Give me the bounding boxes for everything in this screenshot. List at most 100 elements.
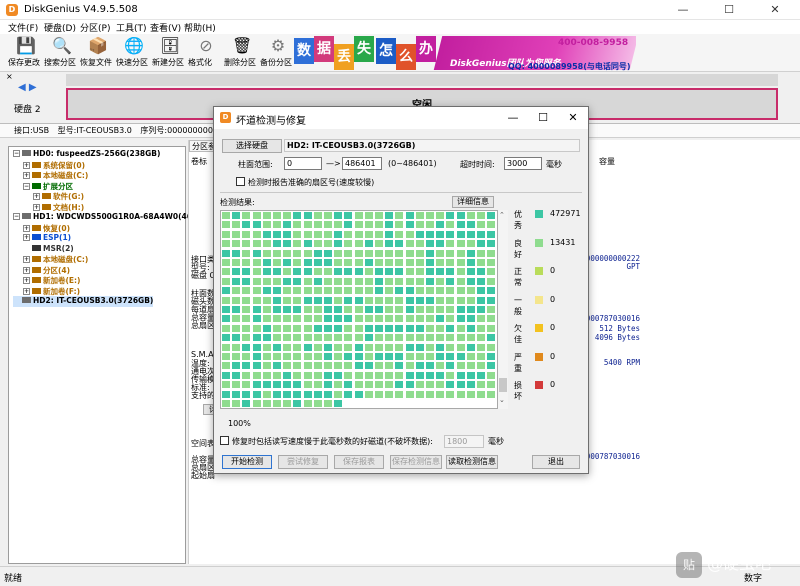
tree-item[interactable]: + 新加卷(E:) bbox=[23, 275, 80, 286]
expand-icon[interactable]: + bbox=[23, 277, 30, 284]
detail-value: 512 Bytes bbox=[599, 324, 640, 333]
tree-item-label: 本地磁盘(C:) bbox=[43, 171, 89, 180]
start-scan-button[interactable]: 开始检测 bbox=[222, 455, 272, 469]
scan-cell bbox=[405, 381, 414, 389]
format-button[interactable]: ⊘ 格式化 bbox=[188, 36, 224, 70]
menu-help[interactable]: 帮助(H) bbox=[184, 21, 216, 34]
panel-close-icon[interactable]: × bbox=[6, 72, 13, 81]
scan-cell bbox=[232, 353, 241, 360]
scan-cell bbox=[313, 306, 322, 313]
menu-view[interactable]: 查看(V) bbox=[150, 21, 181, 34]
tree-item[interactable]: + 恢复(0) bbox=[23, 223, 70, 234]
banner-qq: QQ: 4000089958(与电话同号) bbox=[508, 62, 631, 71]
tree-item[interactable]: MSR(2) bbox=[23, 244, 74, 255]
close-button[interactable]: ✕ bbox=[752, 0, 798, 20]
recover-files-button[interactable]: 📦 恢复文件 bbox=[80, 36, 116, 70]
tree-item[interactable]: + ESP(1) bbox=[23, 233, 71, 244]
tree-item[interactable]: − HD1: WDCWDS500G1R0A-68A4W0(466GB) bbox=[13, 212, 213, 223]
promo-banner[interactable]: 数 据 丢 失 怎 么 办 400-008-9958 DiskGenius团队为… bbox=[290, 34, 636, 72]
save-scan-info-button[interactable]: 保存检测信息 bbox=[390, 455, 442, 469]
cylinder-to-input[interactable]: 486401 bbox=[342, 157, 382, 170]
scroll-thumb[interactable] bbox=[499, 378, 507, 392]
expand-icon[interactable]: + bbox=[23, 172, 30, 179]
expand-icon[interactable]: + bbox=[23, 161, 30, 169]
expand-icon[interactable]: + bbox=[23, 256, 30, 263]
expand-icon[interactable]: + bbox=[23, 266, 30, 274]
recover-icon: 📦 bbox=[88, 36, 108, 55]
scroll-up-icon[interactable]: ⌃ bbox=[499, 211, 505, 219]
scan-cell bbox=[364, 287, 373, 295]
legend-name: 严重 bbox=[514, 352, 522, 373]
scan-cell bbox=[293, 221, 302, 229]
tree-item[interactable]: + 本地磁盘(C:) bbox=[23, 254, 88, 265]
scan-cell bbox=[273, 212, 281, 219]
tree-item[interactable]: + 系统保留(0) bbox=[23, 160, 85, 171]
tree-item[interactable]: + 软件(G:) bbox=[33, 191, 84, 202]
expand-icon[interactable]: + bbox=[23, 287, 30, 295]
scan-cell bbox=[466, 240, 475, 248]
scan-cell bbox=[222, 249, 230, 257]
save-report-button[interactable]: 保存报表 bbox=[334, 455, 384, 469]
partition-icon bbox=[32, 244, 41, 251]
expand-icon[interactable]: + bbox=[23, 234, 30, 241]
collapse-icon[interactable]: − bbox=[13, 213, 20, 220]
scan-cell bbox=[293, 287, 302, 295]
collapse-icon[interactable]: − bbox=[23, 182, 30, 190]
scan-cell bbox=[405, 371, 414, 379]
expand-icon[interactable]: + bbox=[23, 224, 30, 232]
scan-cell bbox=[232, 268, 241, 276]
scan-cell bbox=[426, 212, 434, 219]
detail-info-button[interactable]: 详细信息 bbox=[452, 196, 494, 208]
expand-icon[interactable]: + bbox=[33, 193, 40, 200]
interface-text: 接口:USB bbox=[14, 126, 50, 135]
minimize-button[interactable]: — bbox=[660, 0, 706, 20]
disk-nav-arrows[interactable]: ◀ ▶ bbox=[18, 82, 37, 93]
dialog-close-button[interactable]: ✕ bbox=[558, 109, 588, 127]
repair-slow-checkbox[interactable] bbox=[220, 436, 229, 445]
cylinder-from-input[interactable]: 0 bbox=[284, 157, 322, 170]
scan-cell bbox=[334, 259, 343, 266]
scan-cell bbox=[252, 362, 261, 370]
accurate-sector-checkbox[interactable] bbox=[236, 177, 245, 186]
tree-item[interactable]: − 扩展分区 bbox=[23, 181, 73, 192]
tree-item[interactable]: + 文档(H:) bbox=[33, 202, 84, 213]
delete-partition-button[interactable]: 🗑 删除分区 bbox=[224, 36, 260, 70]
menu-tools[interactable]: 工具(T) bbox=[116, 21, 147, 34]
menu-file[interactable]: 文件(F) bbox=[8, 21, 38, 34]
dialog-maximize-button[interactable]: ☐ bbox=[528, 109, 558, 127]
scan-cell bbox=[232, 287, 241, 295]
tree-item[interactable]: HD2: IT-CEOUSB3.0(3726GB) bbox=[13, 296, 154, 307]
try-repair-button[interactable]: 尝试修复 bbox=[278, 455, 328, 469]
scan-cell bbox=[436, 296, 445, 304]
dialog-minimize-button[interactable]: — bbox=[498, 109, 528, 127]
collapse-icon[interactable]: − bbox=[13, 150, 20, 157]
scan-cell bbox=[395, 334, 404, 342]
scan-cell bbox=[324, 306, 332, 313]
menu-disk[interactable]: 硬盘(D) bbox=[44, 21, 76, 34]
scroll-down-icon[interactable]: ⌄ bbox=[499, 396, 505, 404]
scan-cell bbox=[344, 221, 353, 229]
scan-cell bbox=[232, 277, 241, 285]
exit-button[interactable]: 退出 bbox=[532, 455, 580, 469]
save-changes-button[interactable]: 💾 保存更改 bbox=[8, 36, 44, 70]
tree-item[interactable]: + 分区(4) bbox=[23, 265, 70, 276]
read-scan-info-button[interactable]: 读取检测信息 bbox=[446, 455, 498, 469]
repair-ms-input[interactable]: 1800 bbox=[444, 435, 484, 448]
select-disk-button[interactable]: 选择硬盘 bbox=[222, 139, 282, 153]
new-partition-button[interactable]: 🗄 新建分区 bbox=[152, 36, 188, 70]
scan-cell bbox=[252, 400, 261, 407]
scan-cell bbox=[456, 249, 465, 257]
quick-partition-button[interactable]: 🌐 快速分区 bbox=[116, 36, 152, 70]
scan-cell bbox=[477, 230, 485, 238]
scan-cell bbox=[395, 212, 404, 219]
maximize-button[interactable]: ☐ bbox=[706, 0, 752, 20]
tree-item[interactable]: + 新加卷(F:) bbox=[23, 286, 80, 297]
search-partition-button[interactable]: 🔍 搜索分区 bbox=[44, 36, 80, 70]
timeout-input[interactable]: 3000 bbox=[504, 157, 542, 170]
expand-icon[interactable]: + bbox=[33, 203, 40, 211]
scan-cell bbox=[283, 353, 292, 360]
tree-item[interactable]: + 本地磁盘(C:) bbox=[23, 170, 88, 181]
menu-partition[interactable]: 分区(P) bbox=[80, 21, 110, 34]
tree-item[interactable]: − HD0: fuspeedZS-256G(238GB) bbox=[13, 149, 160, 160]
grid-scrollbar[interactable]: ⌃ ⌄ bbox=[498, 210, 508, 409]
